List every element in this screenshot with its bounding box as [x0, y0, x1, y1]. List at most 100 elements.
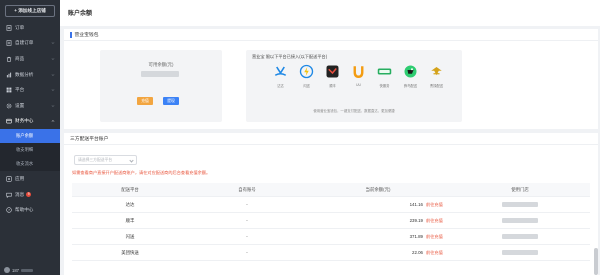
wallet-section-title: 营业宝钱包: [74, 33, 99, 38]
column-header: 当前余额(元): [365, 186, 391, 192]
chart-icon: [6, 72, 12, 78]
sidebar-item-create-order[interactable]: 自建订单: [0, 36, 60, 52]
sidebar-subitem-balance[interactable]: 账户余额: [0, 129, 60, 144]
kuaifuwu-logo-icon: [377, 64, 392, 79]
column-header: 自有账号: [238, 186, 256, 192]
balance-value-masked: [141, 71, 179, 77]
platform-name: UU: [356, 83, 361, 87]
sidebar-item-label: 财务中心: [15, 118, 34, 124]
shunfeng-logo-icon: [325, 64, 340, 79]
sidebar-item-label: 消息: [15, 191, 25, 197]
recharge-link[interactable]: 前往充值: [426, 234, 450, 240]
balance-cell: 141.16: [409, 202, 423, 207]
accounts-table: 配送平台 自有账号 当前余额(元) 使用门店 达达 - 141.16 前往充值 …: [72, 183, 590, 261]
sidebar-item-apps[interactable]: 应用: [0, 171, 60, 187]
platform-item-dada: 达达: [272, 64, 289, 88]
platform-name: 达达: [277, 84, 284, 88]
sidebar-item-goods[interactable]: 商品: [0, 51, 60, 67]
sidebar-item-analytics[interactable]: 数据分析: [0, 67, 60, 83]
wallet-balance-box: 可用余额(元) 充值 提现: [100, 50, 222, 122]
column-header: 配送平台: [121, 186, 139, 192]
recharge-link[interactable]: 前往充值: [426, 250, 450, 256]
page-title: 账户余额: [68, 11, 93, 17]
user-name: 187: [12, 267, 19, 273]
platform-select[interactable]: 请选择三方配送平台: [74, 155, 137, 165]
platforms-note: 使用营业宝钱包，一键支付配送，数据直达、更加便捷: [313, 109, 395, 113]
sidebar-subitem-detail[interactable]: 收支明细: [0, 143, 60, 158]
help-icon: ?: [6, 207, 12, 213]
table-row: 美团快送 - 22.06 前往充值: [72, 245, 590, 261]
store-name-masked: [502, 218, 538, 223]
sidebar-item-label: 自建订单: [15, 40, 34, 46]
supported-platforms-box: 营业宝 限以下平台已接入(以下配送平台) 达达 闪送 顺丰 UU 快服务 蜂鸟配…: [246, 50, 462, 122]
sidebar-nav: 订单 自建订单 商品 数据分析 平台 设置 财务中心 账户余额 收支明细 收支流…: [0, 20, 60, 218]
warning-text: 如需查看商户直接开户配送商账户，请在对应配送商的后台查看充值余额。: [72, 170, 211, 175]
platform-name: 蜂鸟配送: [403, 84, 418, 88]
vertical-scrollbar[interactable]: [594, 248, 598, 275]
recharge-button[interactable]: 充值: [137, 97, 153, 105]
shansong-logo-icon: [299, 64, 314, 79]
chevron-up-icon: [51, 120, 55, 123]
third-party-section-title: 三方配送平台账户: [70, 137, 109, 142]
app-icon: [6, 176, 12, 182]
wallet-card: 营业宝钱包 可用余额(元) 充值 提现 营业宝 限以下平台已接入(以下配送平台)…: [64, 29, 598, 129]
settings-icon: [6, 103, 12, 109]
balance-cell: 22.06: [412, 250, 423, 255]
platform-item-caocao: 曹操配送: [428, 64, 445, 88]
platform-select-placeholder: 请选择三方配送平台: [78, 157, 113, 162]
platform-item-fengniao: 蜂鸟配送: [402, 64, 419, 88]
store-name-masked: [502, 202, 538, 207]
sidebar-item-platform[interactable]: 平台: [0, 82, 60, 98]
sidebar-item-finance[interactable]: 财务中心: [0, 114, 60, 130]
third-party-section-header: 三方配送平台账户: [64, 133, 598, 145]
platform-cell: 顺丰: [125, 217, 135, 223]
recharge-link[interactable]: 前往充值: [426, 202, 450, 208]
sidebar-item-settings[interactable]: 设置: [0, 98, 60, 114]
sidebar-item-messages[interactable]: 消息 9: [0, 187, 60, 203]
balance-cell: 239.19: [409, 218, 423, 223]
table-row: 达达 - 141.16 前往充值: [72, 197, 590, 213]
message-icon: [6, 192, 12, 198]
svg-text:?: ?: [8, 208, 10, 212]
table-header: 配送平台 自有账号 当前余额(元) 使用门店: [72, 183, 590, 197]
sidebar-item-label: 数据分析: [15, 71, 34, 77]
dada-logo-icon: [273, 64, 288, 79]
platform-item-kuaifuwu: 快服务: [376, 64, 393, 88]
balance-label: 可用余额(元): [148, 62, 174, 67]
main-content: 账户余额 营业宝钱包 可用余额(元) 充值 提现 营业宝 限以下平台已接入(以下…: [60, 0, 600, 275]
account-cell: -: [246, 202, 248, 207]
platform-name: 顺丰: [329, 84, 336, 88]
add-store-button[interactable]: + 添加线上店铺: [5, 5, 55, 17]
platform-item-shansong: 闪送: [298, 64, 315, 88]
platform-item-uu: UU: [350, 64, 367, 88]
store-cell: [450, 250, 590, 255]
sidebar-item-label: 帮助中心: [15, 207, 34, 213]
fengniao-logo-icon: [403, 64, 418, 79]
table-row: 顺丰 - 239.19 前往充值: [72, 213, 590, 229]
platform-list: 达达 闪送 顺丰 UU 快服务 蜂鸟配送 曹操配送: [272, 64, 445, 88]
recharge-link[interactable]: 前往充值: [426, 218, 450, 224]
platform-cell: 达达: [125, 201, 135, 207]
store-cell: [450, 218, 590, 223]
platform-name: 曹操配送: [429, 84, 444, 88]
platform-icon: [6, 87, 12, 93]
user-name-masked: [21, 268, 33, 272]
chevron-down-icon: [51, 104, 55, 107]
create-order-icon: [6, 40, 12, 47]
user-menu[interactable]: 187: [0, 265, 60, 275]
column-header: 使用门店: [511, 186, 529, 192]
chevron-down-icon: [51, 89, 55, 92]
sidebar: + 添加线上店铺 订单 自建订单 商品 数据分析 平台 设置 财务中心 账户余额…: [0, 0, 60, 275]
account-cell: -: [246, 218, 248, 223]
sidebar-item-orders[interactable]: 订单: [0, 20, 60, 36]
table-row: 闪送 - 371.89 前往充值: [72, 229, 590, 245]
platform-name: 快服务: [379, 84, 390, 88]
sidebar-item-label: 商品: [15, 55, 25, 61]
withdraw-button[interactable]: 提现: [163, 97, 179, 105]
sidebar-subitem-flow[interactable]: 收支流水: [0, 157, 60, 172]
sidebar-item-label: 应用: [15, 175, 25, 181]
platforms-tip: 营业宝 限以下平台已接入(以下配送平台): [252, 54, 328, 59]
chevron-down-icon: [51, 73, 55, 76]
uu-logo-icon: [351, 64, 366, 79]
sidebar-item-help[interactable]: ? 帮助中心: [0, 202, 60, 218]
